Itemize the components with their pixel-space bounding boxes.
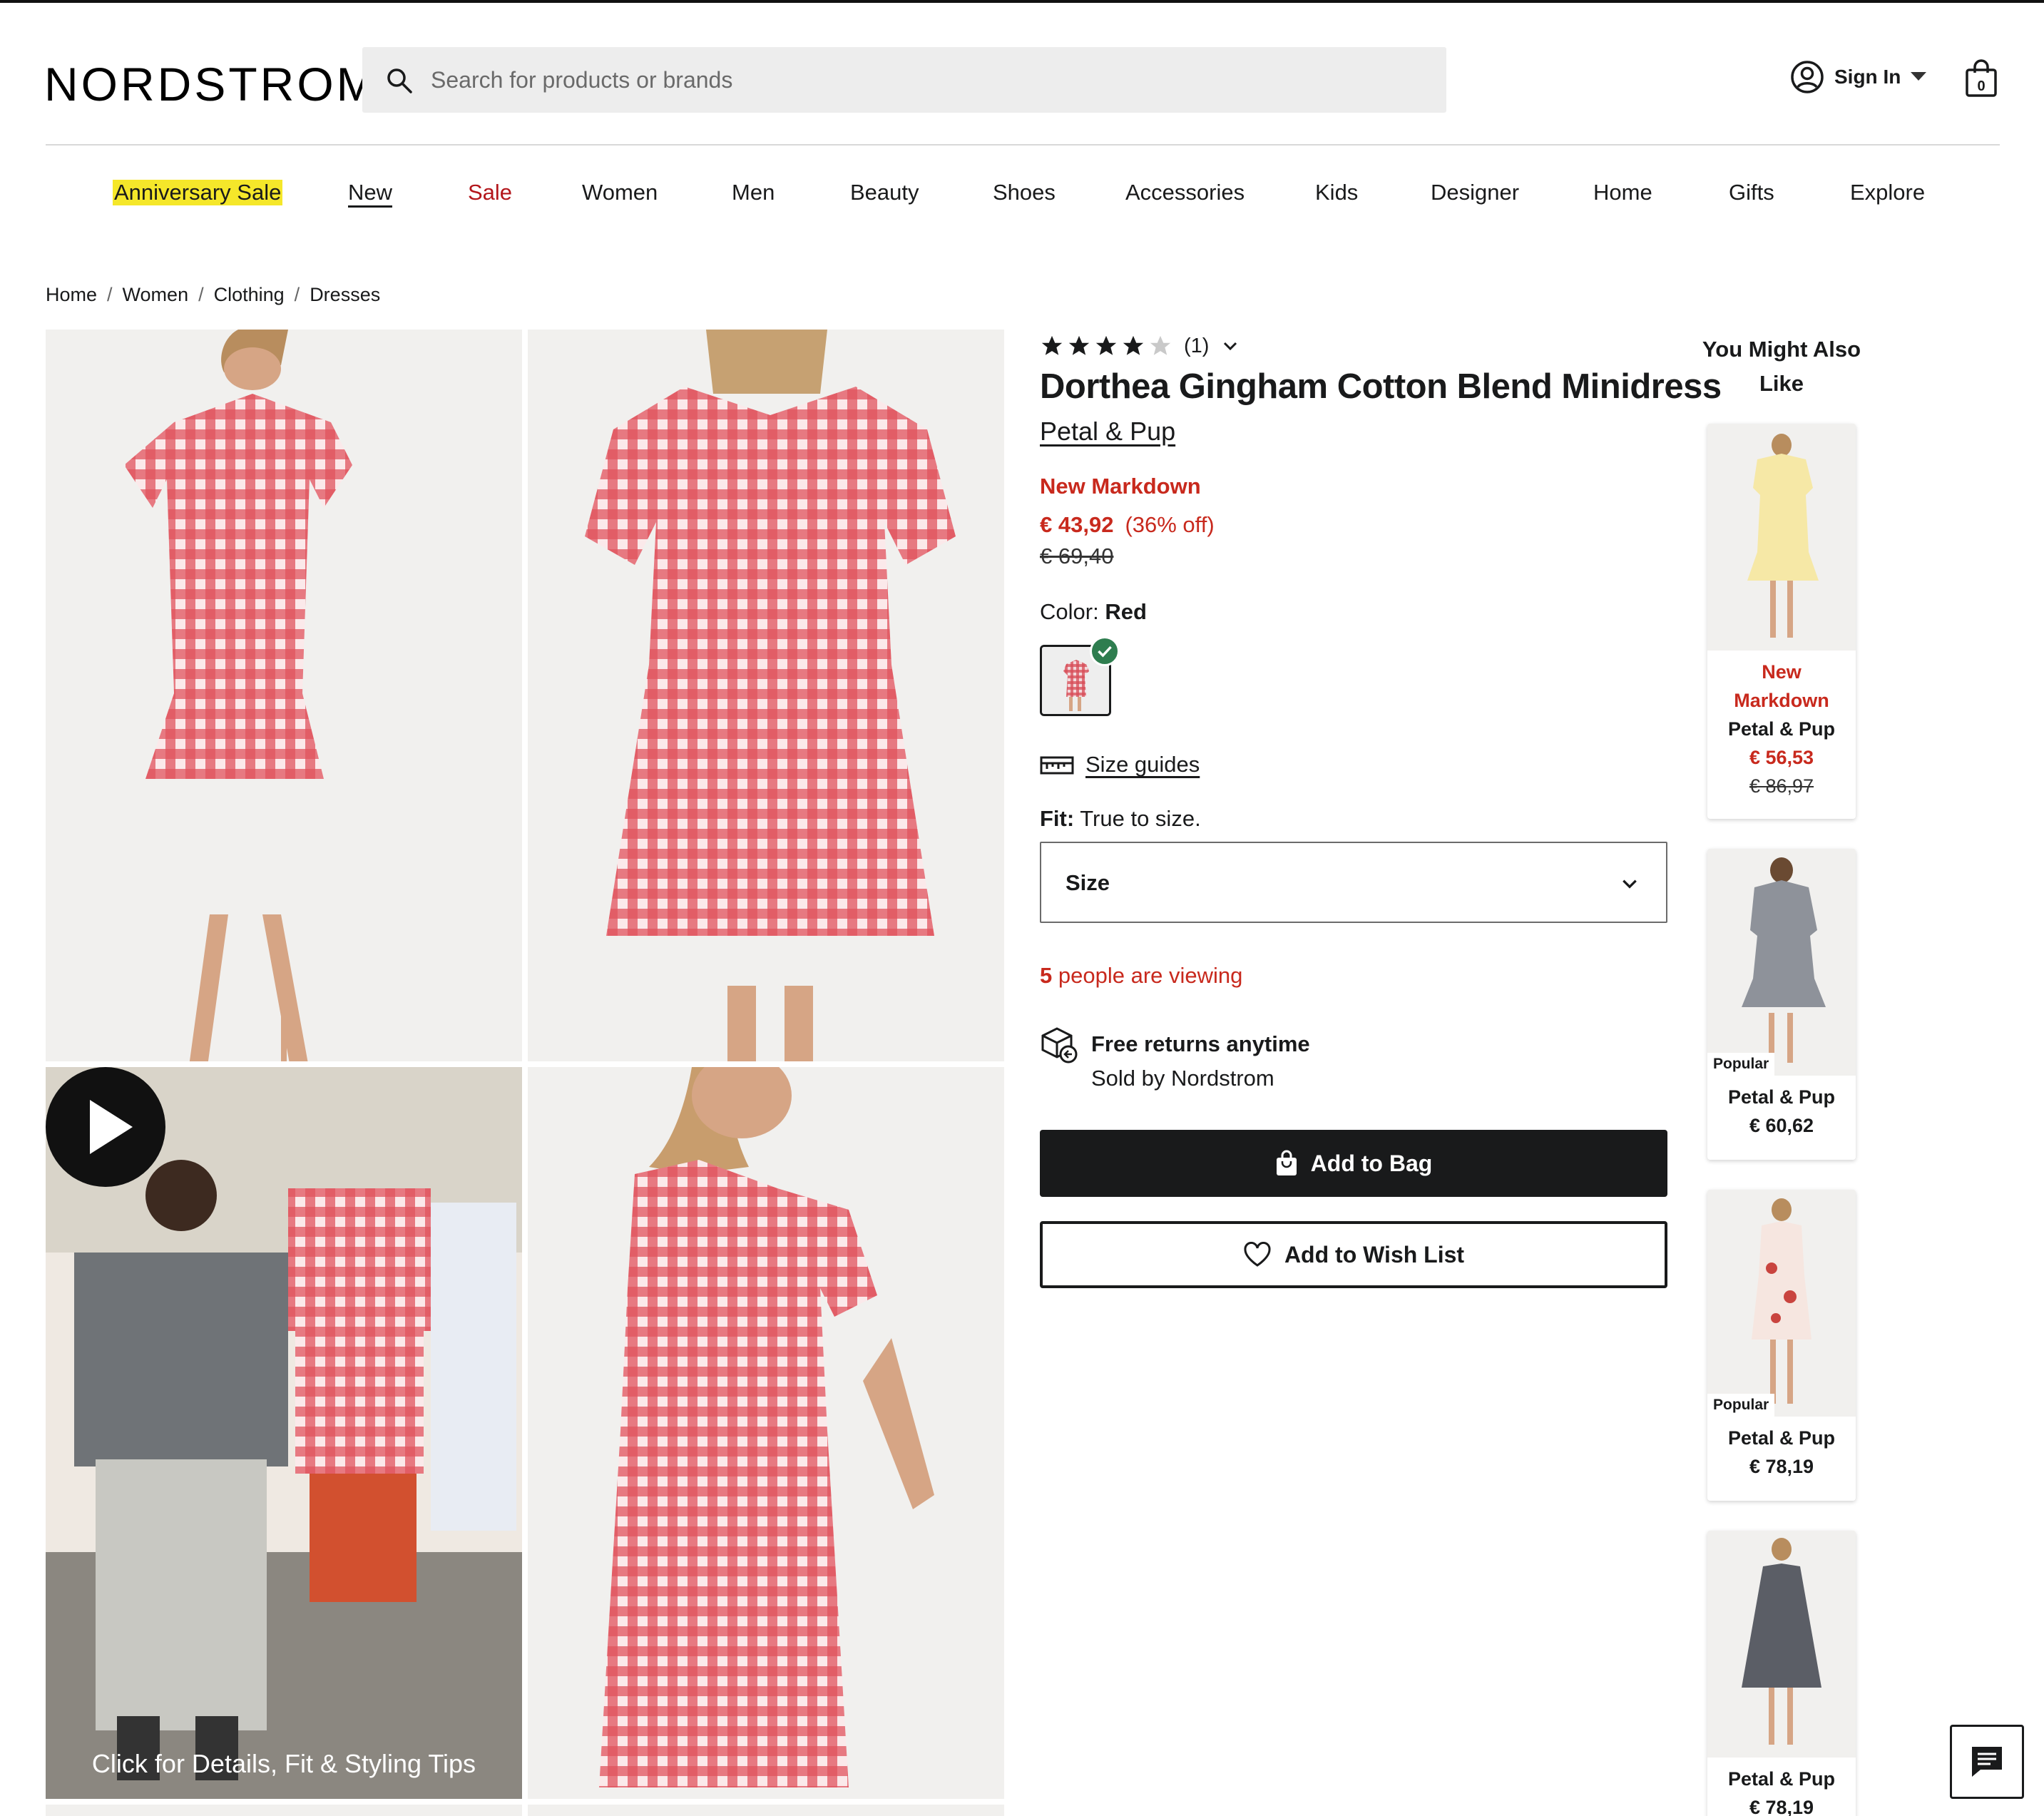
sold-by: Sold by Nordstrom (1091, 1066, 1274, 1091)
recommendation-price: € 78,19 (1749, 1456, 1814, 1477)
caret-down-icon (1911, 72, 1927, 81)
recommendation-image[interactable] (1707, 1531, 1856, 1758)
original-price: € 69,40 (1040, 544, 1114, 568)
nav-women[interactable]: Women (582, 180, 658, 205)
ruler-icon (1040, 756, 1074, 775)
sale-price: € 43,92 (36% off) (1040, 512, 1215, 538)
returns-title: Free returns anytime (1091, 1031, 1310, 1056)
breadcrumb-clothing[interactable]: Clothing (214, 284, 285, 306)
shopping-bag-icon (1276, 1150, 1297, 1175)
size-guides-label: Size guides (1085, 752, 1200, 777)
nav-beauty[interactable]: Beauty (850, 180, 919, 205)
recommendation-card[interactable]: Popular Petal & Pup € 60,62 (1707, 849, 1856, 1160)
star-filled-icon (1123, 335, 1144, 355)
add-to-bag-button[interactable]: Add to Bag (1040, 1130, 1667, 1197)
size-guides-link[interactable]: Size guides (1040, 752, 1200, 777)
add-to-wishlist-button[interactable]: Add to Wish List (1040, 1221, 1667, 1288)
heart-icon (1244, 1242, 1271, 1267)
check-icon (1090, 636, 1120, 666)
product-image-front[interactable] (46, 330, 522, 1061)
size-select-label: Size (1066, 870, 1110, 895)
nav-men[interactable]: Men (732, 180, 775, 205)
nordstrom-logo[interactable]: NORDSTROM (44, 57, 379, 111)
recommendation-brand: Petal & Pup (1727, 1086, 1836, 1108)
sign-in-button[interactable]: Sign In (1790, 60, 1927, 94)
size-select[interactable]: Size (1040, 842, 1667, 923)
recommendation-price: € 56,53 (1749, 747, 1814, 768)
fit-value: True to size. (1080, 806, 1201, 831)
recommendation-markdown: New Markdown (1734, 661, 1829, 711)
product-brand-link[interactable]: Petal & Pup (1040, 417, 1175, 447)
account-icon (1791, 61, 1824, 93)
product-image-row3-left[interactable] (46, 1805, 522, 1816)
shopping-bag-icon: 0 (1966, 59, 1997, 97)
search-icon (387, 68, 412, 93)
recommendation-card[interactable]: New Markdown Petal & Pup € 56,53 € 86,97 (1707, 424, 1856, 819)
recommendation-price: € 78,19 (1749, 1797, 1814, 1816)
bag-count: 0 (1977, 78, 1985, 94)
recommendation-image[interactable]: Popular (1707, 849, 1856, 1076)
nav-new[interactable]: New (348, 180, 392, 205)
recommendation-original-price: € 86,97 (1749, 775, 1814, 797)
nav-designer[interactable]: Designer (1431, 180, 1519, 205)
color-value: Red (1105, 599, 1147, 624)
add-to-wishlist-label: Add to Wish List (1284, 1241, 1465, 1267)
recommendation-image[interactable]: Popular (1707, 1190, 1856, 1417)
color-label: Color: Red (1040, 599, 1147, 624)
nav-explore[interactable]: Explore (1850, 180, 1925, 205)
star-filled-icon (1095, 335, 1117, 355)
shopping-bag-button[interactable]: 0 (1964, 58, 1998, 98)
nav-anniversary-sale[interactable]: Anniversary Sale (113, 180, 283, 205)
star-filled-icon (1068, 335, 1090, 355)
chat-button[interactable] (1950, 1725, 2024, 1799)
popular-badge: Popular (1707, 1394, 1775, 1417)
recommendation-brand: Petal & Pup (1727, 1768, 1836, 1790)
nav-gifts[interactable]: Gifts (1729, 180, 1774, 205)
recommendation-brand: Petal & Pup (1727, 1427, 1836, 1449)
video-caption: Click for Details, Fit & Styling Tips (91, 1749, 476, 1778)
breadcrumb-women[interactable]: Women (123, 284, 189, 306)
top-border (0, 0, 2044, 3)
header-divider (46, 144, 2000, 146)
discount-percent: (36% off) (1125, 512, 1215, 537)
product-image-row3-right[interactable] (528, 1805, 1004, 1816)
recommendation-brand: Petal & Pup (1727, 718, 1836, 740)
breadcrumb-home[interactable]: Home (46, 284, 97, 306)
product-image-back[interactable] (528, 330, 1004, 1061)
breadcrumb: Home / Women / Clothing / Dresses (46, 284, 381, 306)
popular-badge: Popular (1707, 1053, 1775, 1076)
viewing-count: 5 people are viewing (1040, 963, 1243, 988)
breadcrumb-dresses[interactable]: Dresses (310, 284, 380, 306)
product-video[interactable]: Click for Details, Fit & Styling Tips (46, 1067, 522, 1799)
chevron-down-icon (1623, 879, 1637, 889)
sign-in-label: Sign In (1834, 66, 1901, 88)
rating-stars[interactable]: (1) (1040, 334, 1239, 358)
recommendations-title: You Might Also Like (1702, 337, 1861, 396)
star-empty-icon (1150, 335, 1171, 355)
recommendation-card[interactable]: Popular Petal & Pup € 78,19 (1707, 1190, 1856, 1501)
recommendation-image[interactable] (1707, 424, 1856, 651)
recommendation-card[interactable]: Petal & Pup € 78,19 (1707, 1531, 1856, 1816)
search-input[interactable] (431, 47, 1415, 113)
play-icon[interactable] (46, 1067, 165, 1187)
nav-accessories[interactable]: Accessories (1125, 180, 1245, 205)
star-filled-icon (1041, 335, 1063, 355)
add-to-bag-label: Add to Bag (1310, 1150, 1433, 1176)
review-count: (1) (1184, 334, 1210, 357)
nav-sale[interactable]: Sale (468, 180, 512, 205)
markdown-label: New Markdown (1040, 474, 1201, 499)
fit-info: Fit: True to size. (1040, 806, 1201, 831)
search-bar[interactable] (362, 47, 1446, 113)
nav-shoes[interactable]: Shoes (993, 180, 1056, 205)
returns-box-icon (1041, 1027, 1078, 1063)
recommendation-price: € 60,62 (1749, 1115, 1814, 1136)
free-returns: Free returns anytime Sold by Nordstrom (1040, 1026, 1310, 1091)
chevron-down-icon (1224, 342, 1237, 351)
product-title: Dorthea Gingham Cotton Blend Minidress (1040, 367, 1722, 406)
product-image-side[interactable] (528, 1067, 1004, 1799)
chat-icon (1972, 1747, 2002, 1777)
nav-kids[interactable]: Kids (1315, 180, 1358, 205)
price-value: € 43,92 (1040, 512, 1114, 537)
nav-home[interactable]: Home (1593, 180, 1652, 205)
